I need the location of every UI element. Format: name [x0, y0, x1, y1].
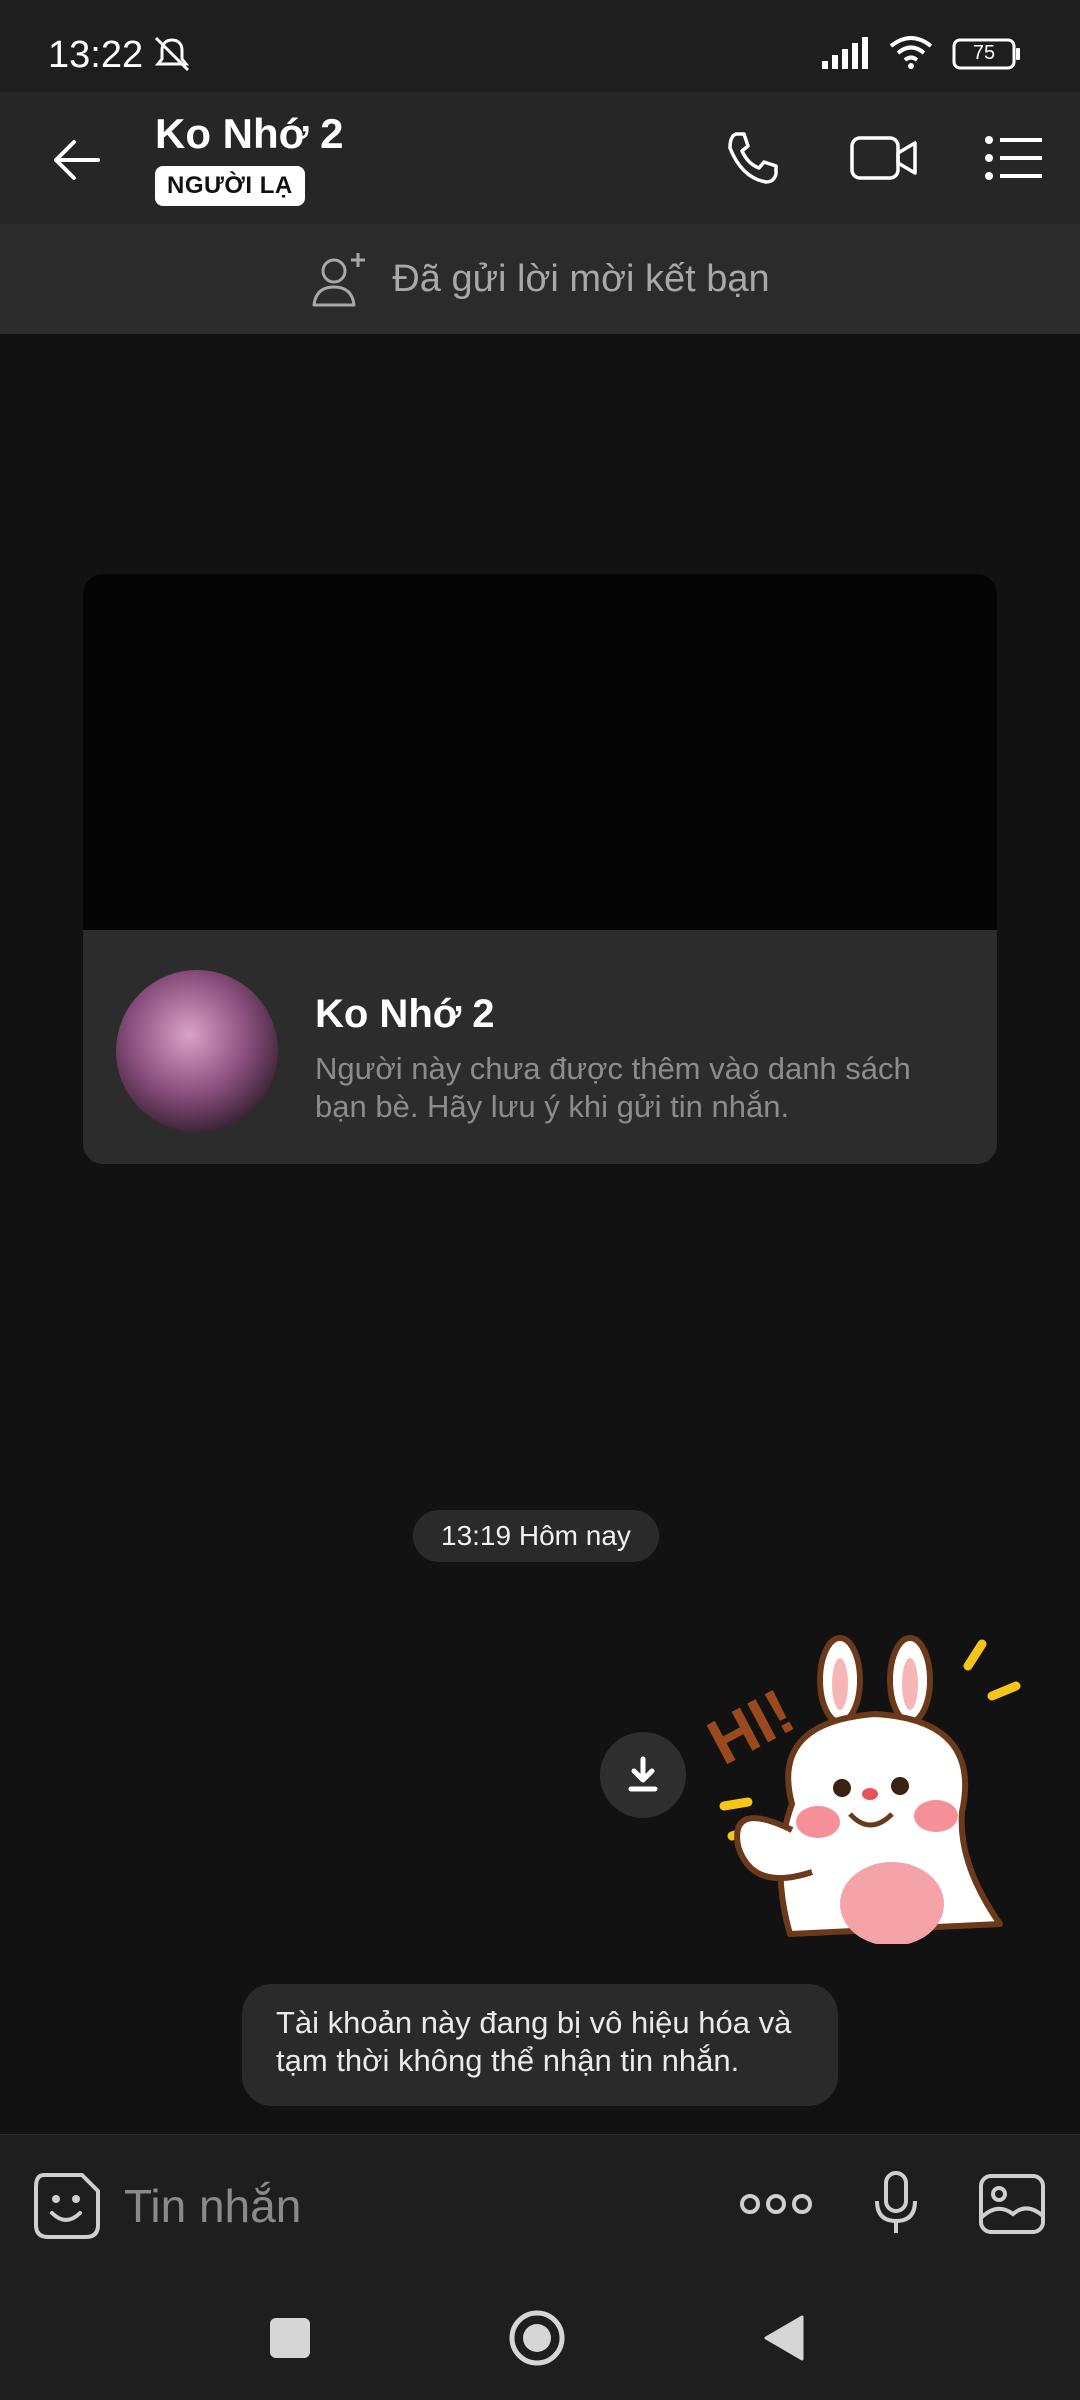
phone-icon — [728, 132, 778, 184]
video-camera-icon — [850, 136, 917, 180]
chat-header: Ko Nhớ 2 NGƯỜI LẠ — [0, 92, 1080, 224]
profile-card[interactable]: Ko Nhớ 2 Người này chưa được thêm vào da… — [83, 574, 997, 1164]
list-menu-icon — [985, 136, 1042, 180]
circle-home-icon — [509, 2310, 565, 2366]
status-time: 13:22 — [48, 34, 144, 76]
smiley-sticker-icon — [34, 2173, 100, 2239]
profile-name: Ko Nhớ 2 — [315, 992, 495, 1036]
message-input-bar — [0, 2134, 1080, 2273]
download-button[interactable] — [600, 1732, 686, 1818]
timestamp-divider: 13:19 Hôm nay — [413, 1510, 659, 1562]
battery-icon: 75 — [952, 38, 1022, 70]
menu-button[interactable] — [978, 122, 1050, 194]
system-nav-bar — [0, 2272, 1080, 2400]
back-nav-button[interactable] — [744, 2298, 824, 2378]
message-input[interactable] — [122, 2165, 686, 2247]
more-button[interactable] — [738, 2169, 814, 2239]
home-button[interactable] — [497, 2298, 577, 2378]
back-button[interactable] — [36, 128, 116, 192]
system-message: Tài khoản này đang bị vô hiệu hóa và tạm… — [242, 1984, 838, 2106]
wifi-icon — [888, 34, 934, 75]
add-friend-icon — [312, 253, 366, 307]
friend-request-banner[interactable]: Đã gửi lời mời kết bạn — [0, 224, 1080, 335]
download-icon — [628, 1756, 658, 1792]
status-icons: 75 — [820, 34, 1022, 74]
hi-bunny-sticker[interactable]: HI! — [700, 1624, 1040, 1944]
chat-area[interactable]: Ko Nhớ 2 Người này chưa được thêm vào da… — [0, 334, 1080, 2134]
avatar[interactable] — [116, 970, 278, 1132]
voice-call-button[interactable] — [716, 122, 788, 194]
image-button[interactable] — [974, 2169, 1050, 2239]
microphone-icon — [875, 2171, 917, 2233]
voice-message-button[interactable] — [858, 2169, 934, 2239]
profile-description: Người này chưa được thêm vào danh sách b… — [315, 1051, 911, 1124]
silent-bell-icon — [150, 34, 194, 79]
square-icon — [270, 2318, 310, 2358]
battery-level: 75 — [972, 42, 996, 64]
image-gallery-icon — [979, 2174, 1045, 2234]
video-call-button[interactable] — [848, 122, 920, 194]
status-bar: 13:22 75 — [0, 0, 1080, 92]
contact-name[interactable]: Ko Nhớ 2 — [155, 110, 344, 158]
friend-request-text: Đã gửi lời mời kết bạn — [392, 257, 770, 300]
triangle-back-icon — [764, 2315, 804, 2361]
arrow-left-icon — [54, 140, 100, 180]
signal-icon — [820, 35, 870, 74]
more-dots-icon — [740, 2194, 812, 2214]
stranger-badge: NGƯỜI LẠ — [155, 166, 305, 206]
sticker-button[interactable] — [32, 2171, 102, 2241]
recent-apps-button[interactable] — [250, 2298, 330, 2378]
cover-image — [83, 574, 997, 930]
